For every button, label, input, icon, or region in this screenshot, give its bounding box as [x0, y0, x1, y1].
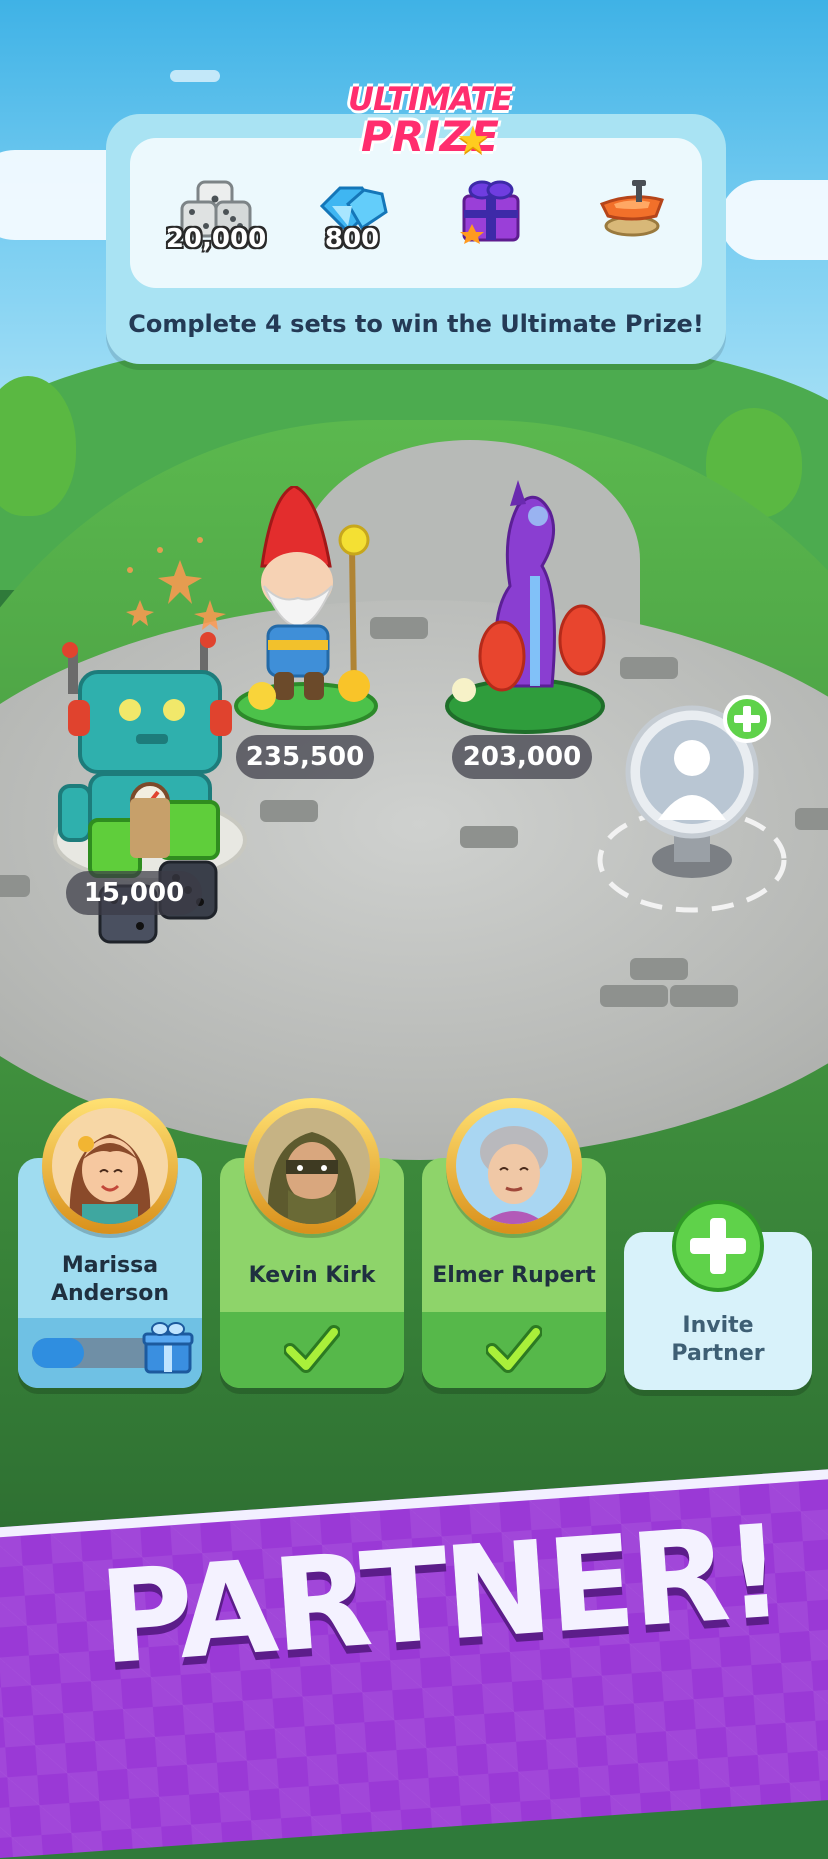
paving-stone: [460, 826, 518, 848]
paving-stone: [630, 958, 688, 980]
prize-caption: Complete 4 sets to win the Ultimate Priz…: [128, 310, 704, 338]
paving-stone: [670, 985, 738, 1007]
prize-title-line2: PRIZE: [361, 112, 499, 161]
gift-box-icon: [460, 180, 520, 244]
add-partner-plus-icon[interactable]: [670, 1198, 766, 1294]
gnome-figure[interactable]: [222, 484, 392, 736]
dinosaur-fountain-figure[interactable]: [440, 476, 610, 746]
reward-boat-token: [572, 172, 692, 282]
ultimate-prize-title: ULTIMATE PRIZE: [330, 80, 530, 161]
cloud: [720, 180, 828, 260]
gnome-score-pill: 235,500: [236, 735, 374, 779]
dinosaur-toy: [445, 480, 606, 734]
paving-stone: [260, 800, 318, 822]
partner-name: Marissa Anderson: [18, 1252, 202, 1308]
complete-strip: [220, 1312, 404, 1388]
reward-gems: 800: [292, 172, 412, 282]
progress-bar-fill: [32, 1338, 84, 1368]
paving-stone: [795, 808, 828, 830]
reward-quantity: 800: [324, 224, 380, 254]
robot-score-pill: 15,000: [66, 871, 202, 915]
invite-line2: Partner: [671, 1341, 765, 1366]
complete-strip: [422, 1312, 606, 1388]
partner-first-name: Marissa: [61, 1253, 159, 1278]
boat-token-icon: [599, 180, 664, 237]
checkmark-icon: [486, 1325, 542, 1373]
invite-line1: Invite: [682, 1313, 754, 1338]
gift-icon[interactable]: [142, 1320, 194, 1374]
avatar-elmer[interactable]: [446, 1098, 582, 1234]
partner-name: Kevin Kirk: [248, 1263, 376, 1288]
avatar-marissa[interactable]: [42, 1098, 178, 1234]
paving-stone: [0, 875, 30, 897]
empty-partner-slot[interactable]: [594, 695, 794, 930]
paving-stone: [600, 985, 668, 1007]
cloud: [170, 70, 220, 82]
reward-gift: [430, 172, 550, 282]
partner-name: Elmer Rupert: [432, 1263, 596, 1288]
gnome-toy: [234, 484, 378, 730]
reward-dice: 20,000: [156, 172, 276, 282]
checkmark-icon: [284, 1325, 340, 1373]
avatar-portrait: [52, 1108, 168, 1224]
plus-icon[interactable]: [722, 694, 772, 744]
robot-toy: [53, 632, 247, 944]
avatar-portrait: [456, 1108, 572, 1224]
reward-quantity: 20,000: [165, 224, 267, 254]
star-icon: ★: [456, 118, 491, 162]
invite-label: Invite Partner: [624, 1312, 812, 1368]
paving-stone: [620, 657, 678, 679]
avatar-portrait: [254, 1108, 370, 1224]
avatar-kevin[interactable]: [244, 1098, 380, 1234]
dinosaur-score-pill: 203,000: [452, 735, 592, 779]
partner-last-name: Anderson: [50, 1281, 170, 1306]
